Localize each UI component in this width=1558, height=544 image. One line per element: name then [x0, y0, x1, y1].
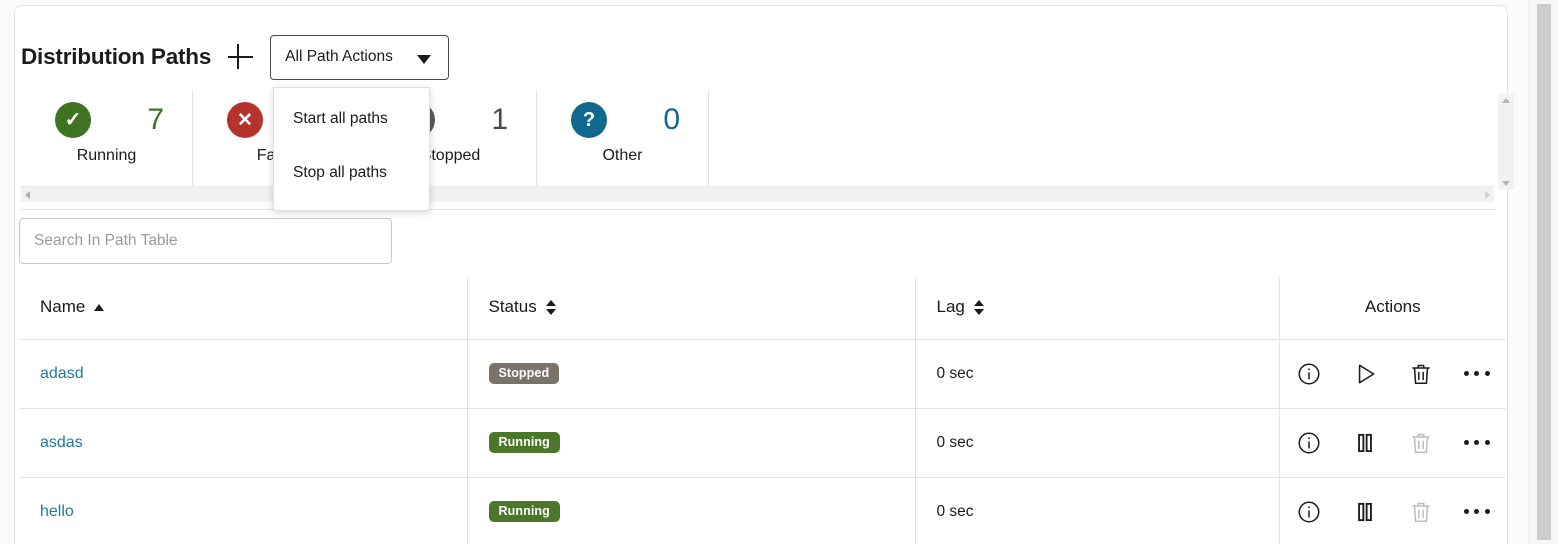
summary-horizontal-scrollbar[interactable]	[21, 186, 1494, 202]
status-summary-strip: ✓ 7 Running ✕ Failed 1 Stopped	[21, 90, 1494, 186]
path-name-link[interactable]: asdas	[40, 434, 83, 451]
path-name-link[interactable]: hello	[40, 503, 74, 520]
table-row: asdas Running 0 sec	[19, 407, 1506, 478]
info-circle-icon[interactable]	[1296, 499, 1322, 525]
scroll-up-arrow-icon[interactable]	[1502, 98, 1510, 103]
column-header-name[interactable]: Name	[19, 276, 468, 340]
ellipsis-icon[interactable]	[1463, 499, 1490, 525]
sort-ascending-icon	[94, 303, 105, 311]
distribution-paths-panel: Distribution Paths All Path Actions ✓ 7 …	[14, 5, 1514, 544]
lag-value: 0 sec	[936, 433, 974, 451]
column-header-status[interactable]: Status	[467, 276, 916, 340]
trash-icon	[1408, 499, 1434, 525]
cell-status: Stopped	[467, 338, 916, 409]
column-header-actions: Actions	[1279, 276, 1506, 340]
trash-icon[interactable]	[1408, 361, 1434, 387]
sort-unsorted-icon	[545, 299, 556, 315]
check-circle-icon: ✓	[55, 102, 91, 138]
cell-lag: 0 sec	[915, 407, 1280, 478]
cell-status: Running	[467, 476, 916, 544]
pause-icon[interactable]	[1352, 430, 1378, 456]
cell-actions	[1279, 476, 1506, 544]
menu-item-stop-all-paths[interactable]: Stop all paths	[274, 146, 429, 200]
column-header-actions-label: Actions	[1364, 297, 1421, 317]
sort-unsorted-icon	[973, 299, 984, 315]
x-circle-icon: ✕	[227, 102, 263, 138]
scroll-left-arrow-icon[interactable]	[25, 191, 30, 199]
panel-header: Distribution Paths All Path Actions	[21, 30, 450, 84]
paths-table: Name Status Lag Actions adasd Stopped 0 …	[19, 276, 1506, 544]
summary-count-other: 0	[663, 103, 680, 136]
summary-count-stopped: 1	[491, 103, 508, 136]
path-name-link[interactable]: adasd	[40, 365, 84, 382]
info-circle-icon[interactable]	[1296, 430, 1322, 456]
summary-card-running[interactable]: ✓ 7 Running	[21, 90, 193, 186]
ellipsis-icon[interactable]	[1463, 430, 1490, 456]
trash-icon	[1408, 430, 1434, 456]
column-header-lag[interactable]: Lag	[915, 276, 1280, 340]
table-row: adasd Stopped 0 sec	[19, 338, 1506, 409]
menu-item-start-all-paths-label: Start all paths	[293, 110, 388, 127]
menu-item-start-all-paths[interactable]: Start all paths	[274, 92, 429, 146]
cell-status: Running	[467, 407, 916, 478]
question-circle-icon: ?	[571, 102, 607, 138]
table-header-row: Name Status Lag Actions	[19, 276, 1506, 340]
info-circle-icon[interactable]	[1296, 361, 1322, 387]
ellipsis-icon[interactable]	[1463, 361, 1490, 387]
all-path-actions-dropdown-button[interactable]: All Path Actions	[270, 34, 450, 80]
menu-item-stop-all-paths-label: Stop all paths	[293, 164, 387, 181]
page-scrollbar-thumb[interactable]	[1537, 4, 1551, 540]
lag-value: 0 sec	[936, 502, 974, 520]
scroll-right-arrow-icon[interactable]	[1485, 191, 1490, 199]
all-path-actions-menu: Start all paths Stop all paths	[273, 87, 430, 211]
table-row: hello Running 0 sec	[19, 476, 1506, 544]
column-header-status-label: Status	[488, 297, 537, 317]
pause-icon[interactable]	[1352, 499, 1378, 525]
cell-lag: 0 sec	[915, 476, 1280, 544]
chevron-down-icon	[417, 54, 432, 64]
cell-name: hello	[19, 476, 468, 544]
section-divider	[21, 209, 1495, 210]
cell-lag: 0 sec	[915, 338, 1280, 409]
cell-actions	[1279, 338, 1506, 409]
all-path-actions-label: All Path Actions	[285, 48, 393, 65]
status-badge: Running	[488, 500, 560, 523]
column-header-name-label: Name	[40, 297, 86, 317]
cell-name: asdas	[19, 407, 468, 478]
cell-actions	[1279, 407, 1506, 478]
page-scrollbar[interactable]	[1528, 0, 1558, 544]
scroll-down-arrow-icon[interactable]	[1502, 181, 1510, 186]
summary-label-running: Running	[76, 147, 137, 164]
play-icon[interactable]	[1352, 361, 1378, 387]
page-root: Distribution Paths All Path Actions ✓ 7 …	[0, 0, 1558, 544]
column-header-lag-label: Lag	[936, 297, 965, 317]
page-title: Distribution Paths	[21, 44, 212, 69]
summary-vertical-scrollbar[interactable]	[1498, 94, 1514, 190]
summary-card-empty	[709, 90, 1494, 186]
summary-card-other[interactable]: ? 0 Other	[537, 90, 709, 186]
cell-name: adasd	[19, 338, 468, 409]
status-badge: Stopped	[488, 362, 560, 385]
search-input[interactable]	[19, 218, 392, 264]
summary-count-running: 7	[147, 103, 164, 136]
plus-icon[interactable]	[225, 42, 255, 72]
lag-value: 0 sec	[936, 364, 974, 382]
summary-label-other: Other	[602, 147, 643, 164]
status-badge: Running	[488, 431, 560, 454]
